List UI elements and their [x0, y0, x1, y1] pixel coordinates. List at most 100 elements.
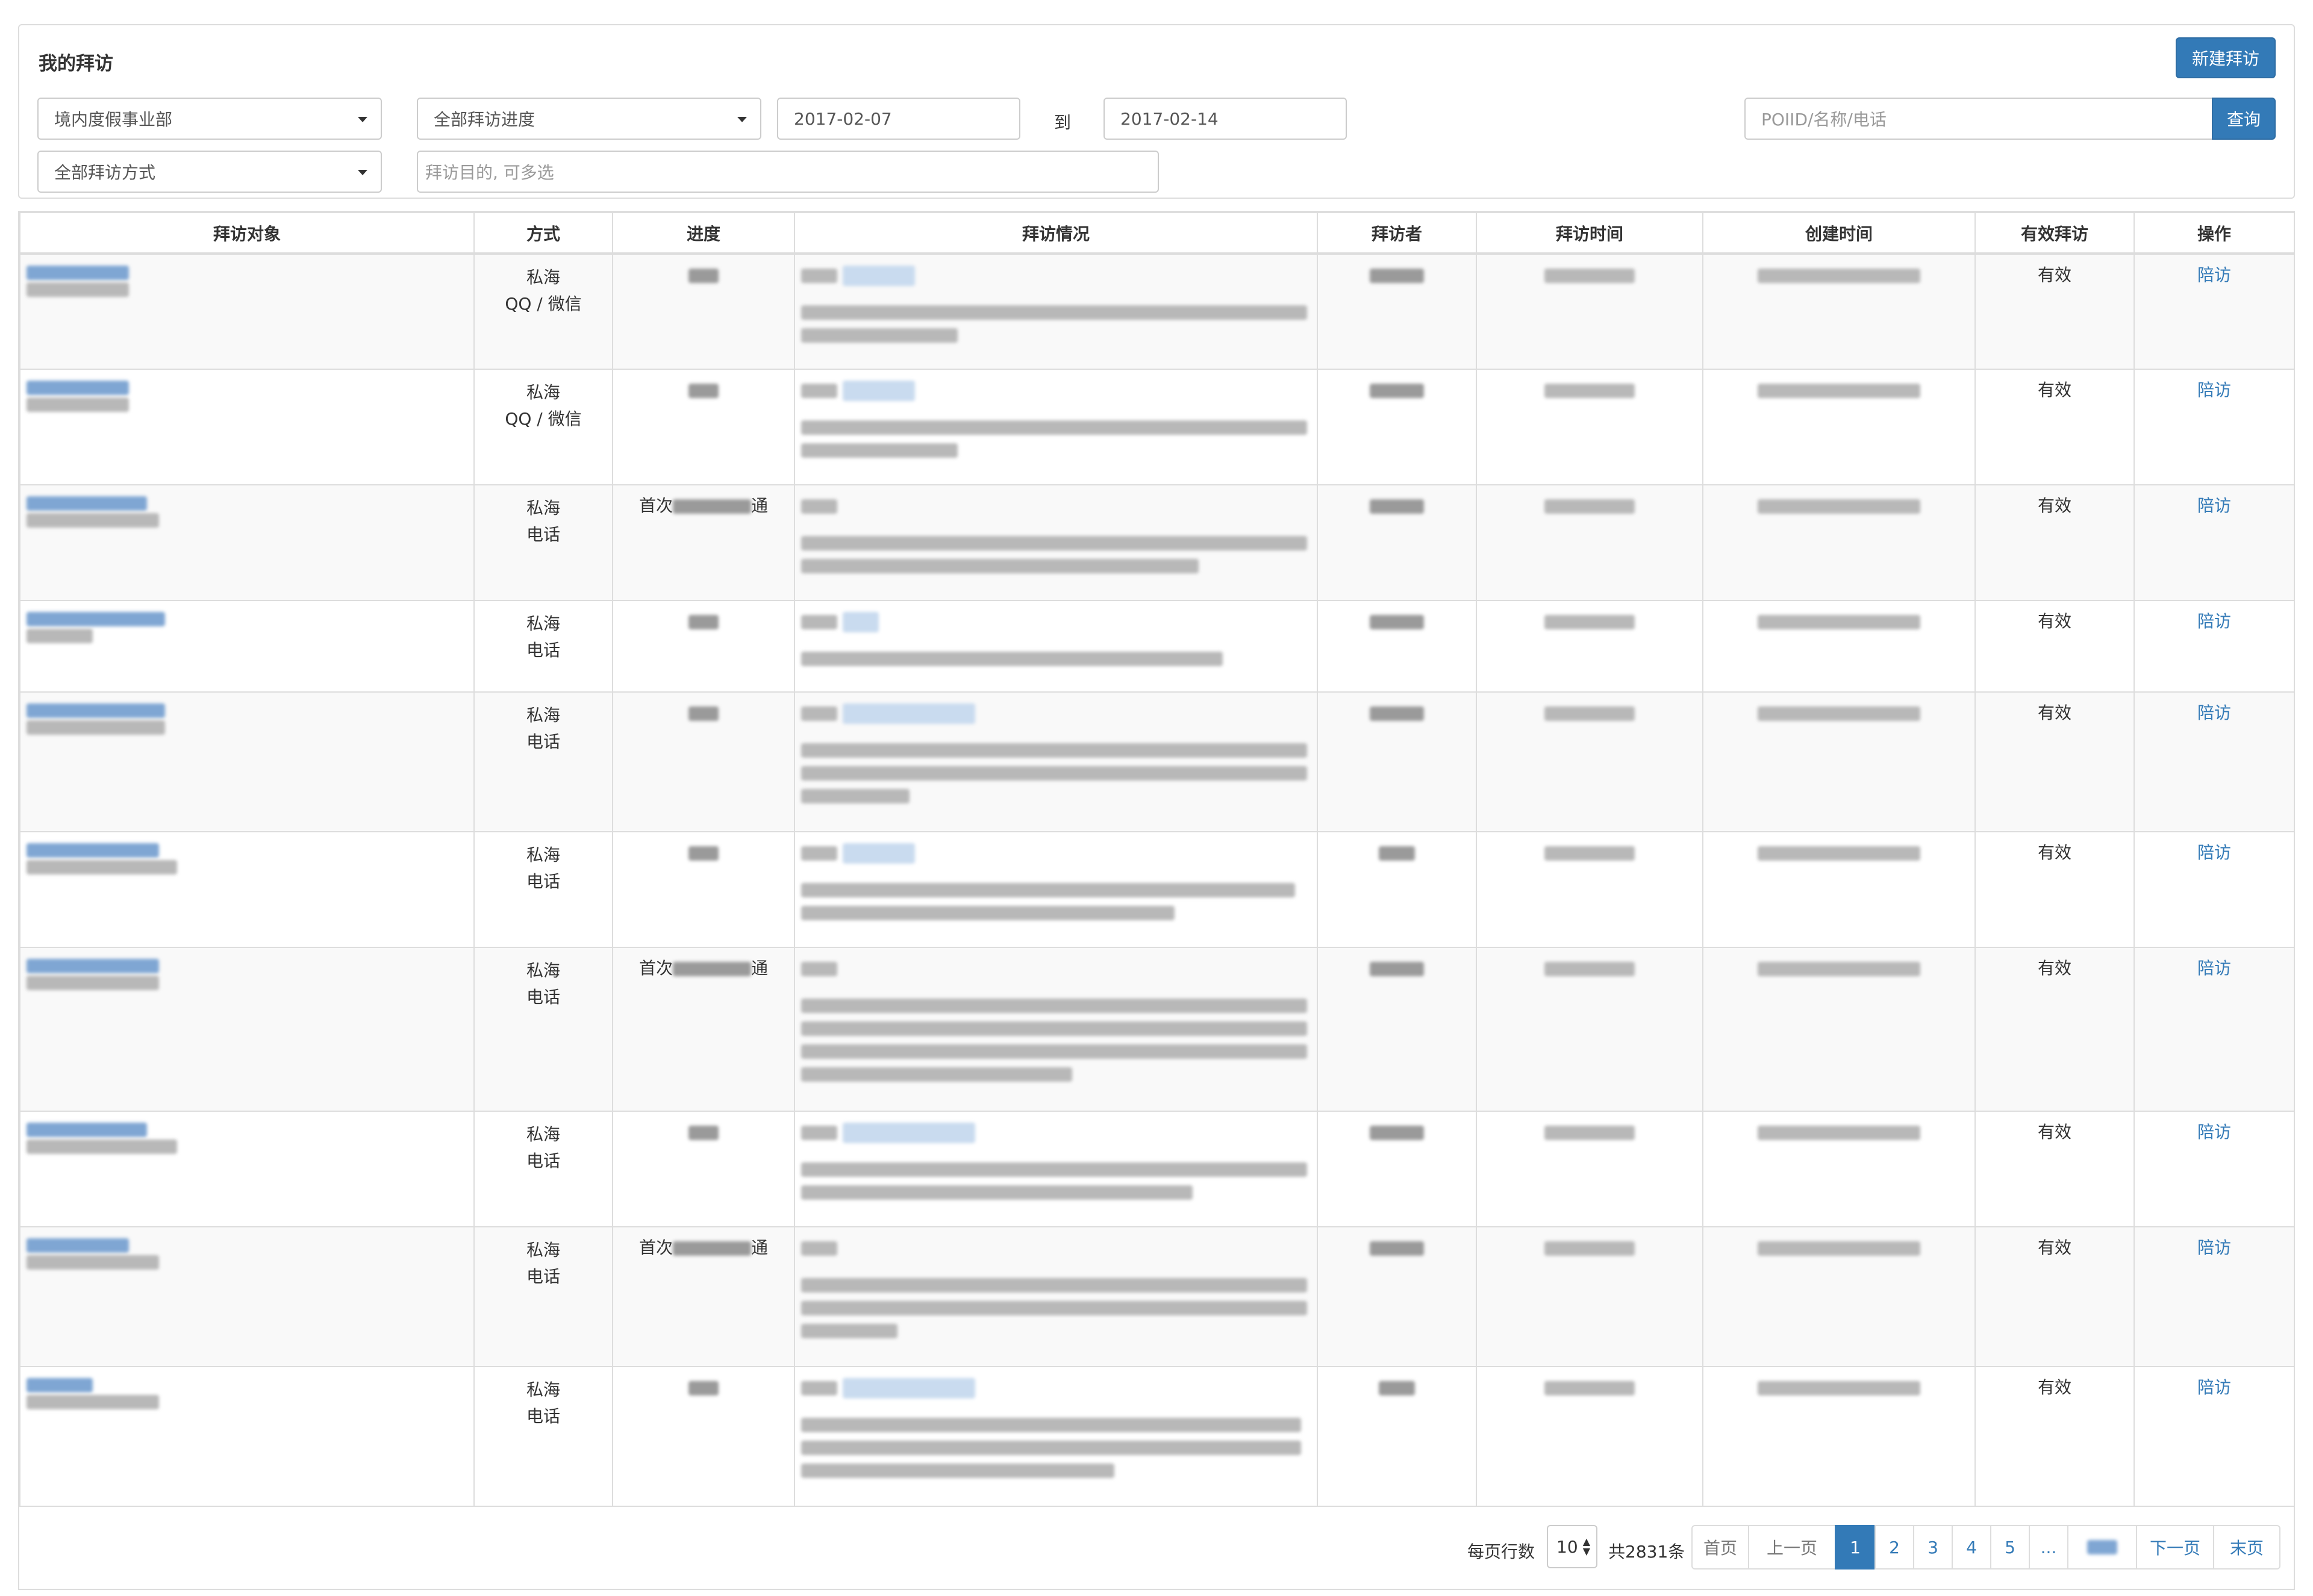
- method-type: 电话: [526, 1406, 560, 1426]
- accompany-link[interactable]: 陪访: [2134, 1366, 2295, 1507]
- department-select-value: 境内度假事业部: [54, 110, 173, 129]
- page-button-4[interactable]: 4: [1952, 1525, 1991, 1570]
- redacted-link[interactable]: [27, 266, 129, 280]
- visit-target-cell[interactable]: [19, 1366, 475, 1507]
- rows-per-page-select[interactable]: 10 ▲ ▼: [1547, 1525, 1597, 1568]
- accompany-link[interactable]: 陪访: [2134, 1226, 2295, 1367]
- redacted-text: [688, 384, 719, 398]
- accompany-link[interactable]: 陪访: [2134, 691, 2295, 832]
- prev-page-button[interactable]: 上一页: [1748, 1525, 1836, 1570]
- valid-visit-cell: 有效: [1974, 691, 2135, 832]
- progress-cell: [612, 831, 795, 948]
- rows-per-page-label: 每页行数: [1467, 1542, 1535, 1562]
- visit-target-cell[interactable]: [19, 831, 475, 948]
- visit-target-cell[interactable]: [19, 253, 475, 370]
- accompany-link[interactable]: 陪访: [2134, 1111, 2295, 1227]
- accompany-link[interactable]: 陪访: [2134, 253, 2295, 370]
- redacted-text: [688, 706, 719, 721]
- method-select-value: 全部拜访方式: [54, 163, 156, 182]
- date-from-input[interactable]: 2017-02-07: [777, 98, 1020, 140]
- redacted-link[interactable]: [27, 1123, 147, 1137]
- redacted-text: [1379, 846, 1415, 861]
- redacted-link[interactable]: [27, 843, 159, 858]
- visit-target-cell[interactable]: [19, 369, 475, 485]
- redacted-text: [673, 1241, 751, 1256]
- redacted-link[interactable]: [27, 1378, 93, 1392]
- purpose-multiselect[interactable]: 拜访目的, 可多选: [417, 151, 1159, 193]
- redacted-link[interactable]: [27, 703, 165, 718]
- method-channel: 私海: [526, 845, 560, 865]
- progress-cell: [612, 600, 795, 693]
- redacted-link[interactable]: [27, 959, 159, 973]
- visit-target-cell[interactable]: [19, 600, 475, 693]
- redacted-link[interactable]: [27, 612, 165, 626]
- column-header[interactable]: 拜访对象: [19, 212, 475, 255]
- method-channel: 私海: [526, 614, 560, 634]
- visitor-cell: [1317, 600, 1477, 693]
- method-cell: 私海 QQ / 微信: [473, 369, 613, 485]
- column-header[interactable]: 有效拜访: [1974, 212, 2135, 255]
- column-header[interactable]: 进度: [612, 212, 795, 255]
- spinner-arrows-icon: ▲ ▼: [1582, 1536, 1590, 1557]
- method-select[interactable]: 全部拜访方式: [37, 151, 382, 193]
- redacted-text: [1370, 269, 1424, 283]
- redacted-text: [1758, 269, 1920, 283]
- redacted-text: [1370, 706, 1424, 721]
- page-button-last-number[interactable]: [2067, 1525, 2137, 1570]
- progress-text: 通: [751, 958, 769, 978]
- page-button-5[interactable]: 5: [1990, 1525, 2030, 1570]
- method-channel: 私海: [526, 705, 560, 725]
- search-button[interactable]: 查询: [2212, 98, 2276, 140]
- redacted-text: [801, 743, 1307, 758]
- method-channel: 私海: [526, 1380, 560, 1400]
- progress-text: 首次: [638, 496, 673, 516]
- accompany-link[interactable]: 陪访: [2134, 600, 2295, 693]
- page-button-3[interactable]: 3: [1913, 1525, 1953, 1570]
- progress-select[interactable]: 全部拜访进度: [417, 98, 761, 140]
- new-visit-button[interactable]: 新建拜访: [2176, 37, 2276, 78]
- redacted-link[interactable]: [27, 496, 147, 511]
- visit-target-cell[interactable]: [19, 947, 475, 1112]
- redacted-text: [801, 1441, 1301, 1455]
- create-time-cell: [1702, 1366, 1976, 1507]
- redacted-text: [801, 1464, 1114, 1478]
- progress-cell: [612, 253, 795, 370]
- page-ellipsis[interactable]: ...: [2029, 1525, 2068, 1570]
- accompany-link[interactable]: 陪访: [2134, 369, 2295, 485]
- visit-detail-cell: [794, 369, 1318, 485]
- visit-target-cell[interactable]: [19, 484, 475, 601]
- visit-target-cell[interactable]: [19, 1111, 475, 1227]
- column-header[interactable]: 拜访时间: [1476, 212, 1703, 255]
- page-button-1[interactable]: 1: [1835, 1525, 1876, 1570]
- accompany-link[interactable]: 陪访: [2134, 831, 2295, 948]
- visit-target-cell[interactable]: [19, 1226, 475, 1367]
- column-header[interactable]: 操作: [2134, 212, 2295, 255]
- redacted-text: [1370, 615, 1424, 629]
- redacted-text: [801, 999, 1307, 1013]
- visit-time-cell: [1476, 253, 1703, 370]
- search-input[interactable]: POIID/名称/电话: [1744, 98, 2213, 140]
- next-page-button[interactable]: 下一页: [2136, 1525, 2214, 1570]
- first-page-button[interactable]: 首页: [1691, 1525, 1749, 1570]
- last-page-button[interactable]: 末页: [2213, 1525, 2280, 1570]
- column-header[interactable]: 拜访者: [1317, 212, 1477, 255]
- valid-visit-cell: 有效: [1974, 600, 2135, 693]
- column-header[interactable]: 创建时间: [1702, 212, 1976, 255]
- accompany-link[interactable]: 陪访: [2134, 484, 2295, 601]
- accompany-link[interactable]: 陪访: [2134, 947, 2295, 1112]
- redacted-link[interactable]: [27, 381, 129, 395]
- column-header[interactable]: 方式: [473, 212, 613, 255]
- redacted-link[interactable]: [27, 1238, 129, 1253]
- page-button-2[interactable]: 2: [1874, 1525, 1914, 1570]
- department-select[interactable]: 境内度假事业部: [37, 98, 382, 140]
- valid-visit-cell: 有效: [1974, 1366, 2135, 1507]
- progress-cell: 首次 通: [612, 1226, 795, 1367]
- redacted-text: [1544, 1241, 1635, 1256]
- page-title: 我的拜访: [39, 53, 113, 75]
- redacted-text: [801, 443, 958, 458]
- visit-target-cell[interactable]: [19, 691, 475, 832]
- purpose-placeholder: 拜访目的, 可多选: [425, 163, 554, 182]
- date-to-input[interactable]: 2017-02-14: [1103, 98, 1347, 140]
- column-header[interactable]: 拜访情况: [794, 212, 1318, 255]
- redacted-text: [27, 860, 177, 874]
